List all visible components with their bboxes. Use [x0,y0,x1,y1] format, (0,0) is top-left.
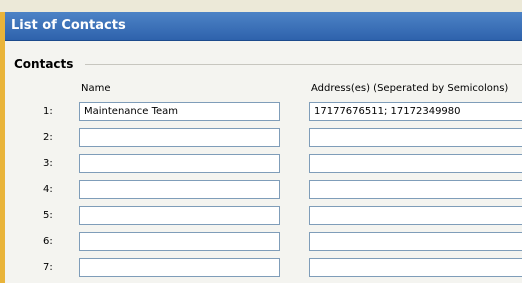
group-divider [85,64,522,65]
contact-name-input[interactable] [79,128,280,147]
row-number: 6: [43,236,53,247]
contact-name-input[interactable] [79,232,280,251]
window-frame: List of Contacts Contacts Name Address(e… [0,0,522,283]
window-title: List of Contacts [11,18,126,33]
contact-address-input[interactable] [309,102,522,121]
row-number: 2: [43,132,53,143]
title-bar[interactable]: List of Contacts [5,12,522,41]
contact-address-input[interactable] [309,128,522,147]
contact-name-input[interactable] [79,258,280,277]
contact-address-input[interactable] [309,258,522,277]
row-number: 1: [43,106,53,117]
group-title: Contacts [14,57,80,71]
row-number: 4: [43,184,53,195]
contact-name-input[interactable] [79,206,280,225]
contact-address-input[interactable] [309,180,522,199]
column-header-addresses: Address(es) (Seperated by Semicolons) [311,83,509,94]
contacts-window: List of Contacts Contacts Name Address(e… [5,12,522,283]
contact-address-input[interactable] [309,232,522,251]
contact-name-input[interactable] [79,180,280,199]
contact-address-input[interactable] [309,154,522,173]
row-number: 7: [43,262,53,273]
background-strip [0,0,522,12]
contact-address-input[interactable] [309,206,522,225]
column-header-name: Name [81,83,111,94]
row-number: 3: [43,158,53,169]
contact-name-input[interactable] [79,154,280,173]
contact-name-input[interactable] [79,102,280,121]
row-number: 5: [43,210,53,221]
